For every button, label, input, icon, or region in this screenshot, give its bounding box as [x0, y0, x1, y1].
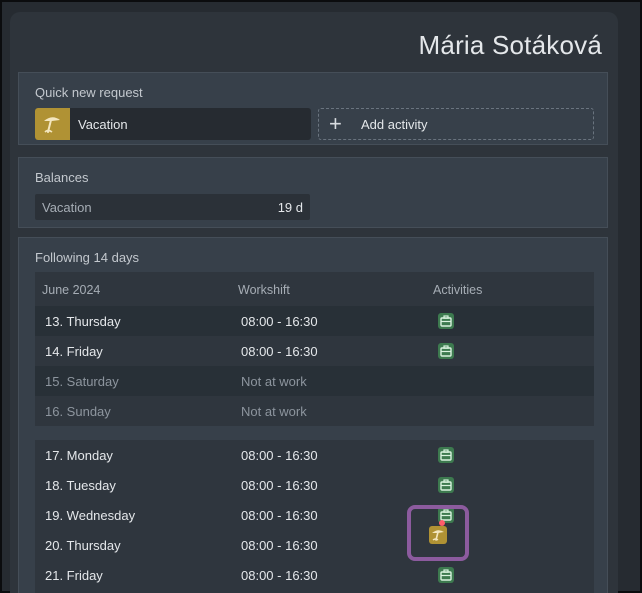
schedule-row[interactable]: 13. Thursday 08:00 - 16:30 — [35, 306, 594, 336]
schedule-row[interactable]: 21. Friday 08:00 - 16:30 — [35, 560, 594, 590]
column-workshift: Workshift — [238, 283, 290, 297]
column-month: June 2024 — [42, 283, 101, 297]
employee-card: Mária Sotáková Quick new request Vacatio… — [10, 12, 618, 593]
schedule-table-header: June 2024 Workshift Activities — [35, 272, 594, 306]
work-briefcase-icon[interactable] — [438, 567, 454, 583]
vacation-umbrella-icon — [35, 108, 70, 140]
workshift-value: 08:00 - 16:30 — [241, 344, 318, 359]
day-label: 18. Tuesday — [45, 478, 116, 493]
quick-request-title: Quick new request — [35, 85, 143, 100]
schedule-table-week1: June 2024 Workshift Activities 13. Thurs… — [35, 272, 594, 426]
vacation-umbrella-icon[interactable] — [429, 526, 447, 544]
employee-name: Mária Sotáková — [418, 30, 602, 60]
vacation-request-button[interactable]: Vacation — [35, 108, 311, 140]
add-activity-button[interactable]: + Add activity — [318, 108, 594, 140]
workshift-value: Not at work — [241, 374, 307, 389]
balances-panel: Balances Vacation 19 d — [18, 157, 608, 228]
notification-dot — [439, 520, 445, 526]
workshift-value: 08:00 - 16:30 — [241, 508, 318, 523]
vacation-request-label: Vacation — [78, 117, 128, 132]
workshift-value: 08:00 - 16:30 — [241, 314, 318, 329]
workshift-value: Not at work — [241, 404, 307, 419]
work-briefcase-icon[interactable] — [438, 313, 454, 329]
work-briefcase-icon[interactable] — [438, 343, 454, 359]
schedule-row[interactable]: 18. Tuesday 08:00 - 16:30 — [35, 470, 594, 500]
day-label: 15. Saturday — [45, 374, 119, 389]
day-label: 16. Sunday — [45, 404, 111, 419]
workshift-value: 08:00 - 16:30 — [241, 568, 318, 583]
schedule-row[interactable]: 17. Monday 08:00 - 16:30 — [35, 440, 594, 470]
balance-row-vacation: Vacation 19 d — [35, 194, 310, 220]
schedule-row[interactable]: 19. Wednesday 08:00 - 16:30 — [35, 500, 594, 530]
quick-request-panel: Quick new request Vacation + Add activit… — [18, 72, 608, 145]
day-label: 19. Wednesday — [45, 508, 136, 523]
app-window: Mária Sotáková Quick new request Vacatio… — [0, 0, 642, 593]
balance-value: 19 d — [277, 200, 303, 215]
work-briefcase-icon[interactable] — [438, 477, 454, 493]
schedule-row[interactable]: 14. Friday 08:00 - 16:30 — [35, 336, 594, 366]
add-activity-label: Add activity — [361, 117, 428, 132]
day-label: 17. Monday — [45, 448, 113, 463]
workshift-value: 08:00 - 16:30 — [241, 538, 318, 553]
balance-label: Vacation — [42, 200, 92, 215]
day-label: 14. Friday — [45, 344, 103, 359]
day-label: 21. Friday — [45, 568, 103, 583]
workshift-value: 08:00 - 16:30 — [241, 448, 318, 463]
column-activities: Activities — [433, 283, 483, 297]
plus-icon: + — [329, 111, 342, 136]
schedule-table-week2: 17. Monday 08:00 - 16:30 18. Tuesday 08:00 … — [35, 440, 594, 593]
balances-title: Balances — [35, 170, 89, 185]
day-label: 13. Thursday — [45, 314, 121, 329]
work-briefcase-icon[interactable] — [438, 447, 454, 463]
schedule-row[interactable]: 20. Thursday 08:00 - 16:30 — [35, 530, 594, 560]
following-days-panel: Following 14 days June 2024 Workshift Ac… — [18, 237, 608, 593]
schedule-row[interactable]: 15. Saturday Not at work — [35, 366, 594, 396]
following-days-title: Following 14 days — [35, 250, 140, 265]
schedule-row[interactable]: 16. Sunday Not at work — [35, 396, 594, 426]
day-label: 20. Thursday — [45, 538, 121, 553]
workshift-value: 08:00 - 16:30 — [241, 478, 318, 493]
